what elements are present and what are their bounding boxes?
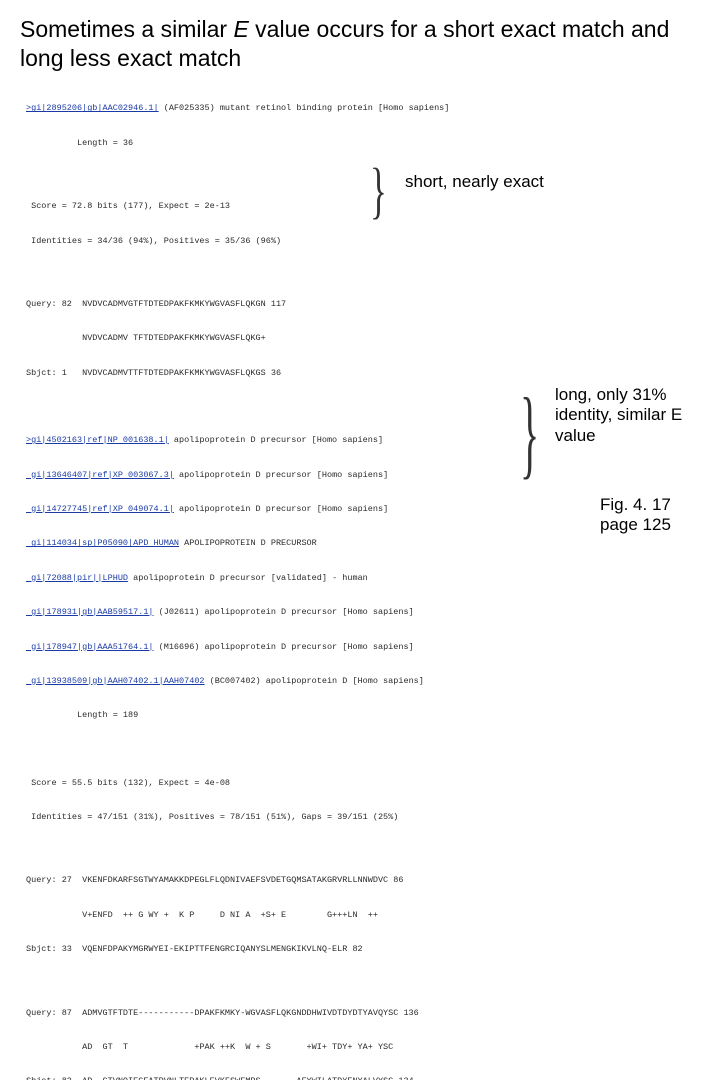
seq1-header: >gi|2895206|gb|AAC02946.1| (AF025335) mu… xyxy=(26,103,720,114)
seq2-identities: Identities = 47/151 (31%), Positives = 7… xyxy=(26,812,720,823)
refs-length: Length = 189 xyxy=(26,710,720,721)
seq1-query: Query: 82 NVDVCADMVGTFTDTEDPAKFKMKYWGVAS… xyxy=(26,299,720,310)
seq1-gi-link[interactable]: >gi|2895206|gb|AAC02946.1| xyxy=(26,103,159,113)
ref-4: gi|114034|sp|P05090|APD HUMAN APOLIPOPRO… xyxy=(26,538,720,549)
alignment-2: Score = 55.5 bits (132), Expect = 4e-08 … xyxy=(26,755,720,1080)
ref5-link[interactable]: gi|72088|pir||LPHUD xyxy=(26,573,128,583)
ref7-link[interactable]: gi|178947|gb|AAA51764.1| xyxy=(26,642,154,652)
ref-5: gi|72088|pir||LPHUD apolipoprotein D pre… xyxy=(26,573,720,584)
ref-2: gi|13646407|ref|XP 003067.3| apolipoprot… xyxy=(26,470,720,481)
annotation-short: short, nearly exact xyxy=(405,172,544,192)
ref1-link[interactable]: >gi|4502163|ref|NP 001638.1| xyxy=(26,435,169,445)
annotation-long: long, only 31% identity, similar E value xyxy=(555,385,705,446)
ref8-link[interactable]: gi|13938509|gb|AAH07402.1|AAH07402 xyxy=(26,676,205,686)
seq2-score: Score = 55.5 bits (132), Expect = 4e-08 xyxy=(26,778,720,789)
seq1-length: Length = 36 xyxy=(26,138,720,149)
bracket-icon: } xyxy=(520,375,539,490)
alignment-1: >gi|2895206|gb|AAC02946.1| (AF025335) mu… xyxy=(26,81,720,403)
title-pre: Sometimes a similar xyxy=(20,16,233,42)
content-area: >gi|2895206|gb|AAC02946.1| (AF025335) mu… xyxy=(0,81,720,1080)
ref-6: gi|178931|gb|AAB59517.1| (J02611) apolip… xyxy=(26,607,720,618)
figref-line1: Fig. 4. 17 xyxy=(600,495,671,515)
title-italic: E xyxy=(233,16,248,42)
ref2-link[interactable]: gi|13646407|ref|XP 003067.3| xyxy=(26,470,174,480)
seq2-s1: Sbjct: 33 VQENFDPAKYMGRWYEI-EKIPTTFENGRC… xyxy=(26,944,720,955)
ref-7: gi|178947|gb|AAA51764.1| (M16696) apolip… xyxy=(26,642,720,653)
seq1-match: NVDVCADMV TFTDTEDPAKFKMKYWGVASFLQKG+ xyxy=(26,333,720,344)
figref-line2: page 125 xyxy=(600,515,671,535)
reference-list: >gi|4502163|ref|NP 001638.1| apolipoprot… xyxy=(26,412,720,745)
seq1-identities: Identities = 34/36 (94%), Positives = 35… xyxy=(26,236,720,247)
seq2-q1: Query: 27 VKENFDKARFSGTWYAMAKKDPEGLFLQDN… xyxy=(26,875,720,886)
slide-title: Sometimes a similar E value occurs for a… xyxy=(0,0,720,81)
seq1-desc: (AF025335) mutant retinol binding protei… xyxy=(159,103,450,113)
seq2-s2: Sbjct: 83 AD--GTVNQIEGEATPVNLTEPAKLEVKFS… xyxy=(26,1076,720,1080)
seq2-m1: V+ENFD ++ G WY + K P D NI A +S+ E G+++LN… xyxy=(26,910,720,921)
seq1-sbjct: Sbjct: 1 NVDVCADMVTTFTDTEDPAKFKMKYWGVASF… xyxy=(26,368,720,379)
ref-8: gi|13938509|gb|AAH07402.1|AAH07402 (BC00… xyxy=(26,676,720,687)
seq2-m2: AD GT T +PAK ++K W + S +WI+ TDY+ YA+ YSC xyxy=(26,1042,720,1053)
figure-reference: Fig. 4. 17 page 125 xyxy=(600,495,671,536)
ref6-link[interactable]: gi|178931|gb|AAB59517.1| xyxy=(26,607,154,617)
ref3-link[interactable]: gi|14727745|ref|XP 049074.1| xyxy=(26,504,174,514)
bracket-icon: } xyxy=(370,155,387,227)
seq2-q2: Query: 87 ADMVGTFTDTE-----------DPAKFKMK… xyxy=(26,1008,720,1019)
